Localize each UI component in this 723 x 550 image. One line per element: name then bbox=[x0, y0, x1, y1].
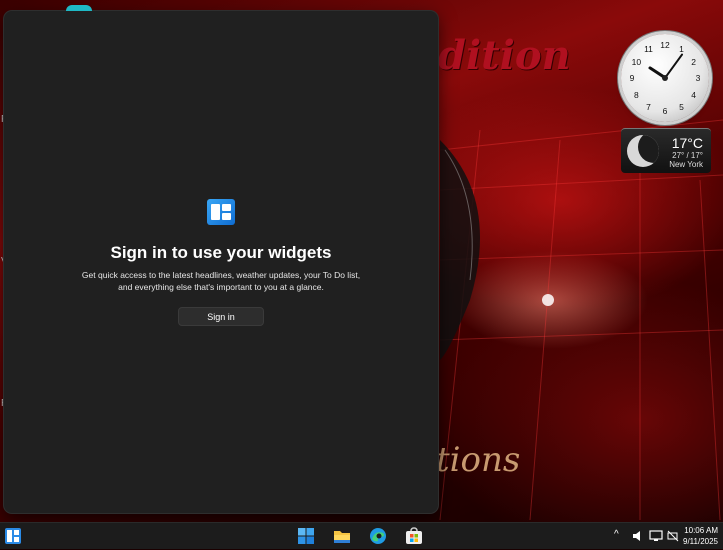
battery-icon[interactable] bbox=[667, 527, 679, 545]
clock-number: 1 bbox=[679, 44, 684, 55]
clock-number: 7 bbox=[646, 101, 651, 112]
clock-number: 8 bbox=[634, 89, 639, 100]
weather-city: New York bbox=[669, 160, 703, 169]
clock-number: 10 bbox=[631, 56, 642, 67]
tray-time[interactable]: 10:06 AM bbox=[682, 526, 718, 535]
clock-number: 2 bbox=[691, 56, 696, 67]
panel-title: Sign in to use your widgets bbox=[110, 243, 332, 262]
profile-avatar[interactable] bbox=[66, 5, 92, 11]
wallpaper-title-text: dition bbox=[438, 32, 571, 79]
network-icon[interactable] bbox=[649, 527, 663, 545]
clock-number: 9 bbox=[629, 73, 635, 83]
start-icon[interactable] bbox=[297, 527, 315, 545]
store-icon[interactable] bbox=[405, 527, 423, 545]
clock-gadget[interactable]: 12 1 2 3 4 5 6 7 8 9 10 11 bbox=[621, 34, 709, 122]
edge-icon[interactable] bbox=[369, 527, 387, 545]
file-explorer-icon[interactable] bbox=[333, 527, 351, 545]
panel-description: Get quick access to the latest headlines… bbox=[81, 270, 361, 292]
moon-icon bbox=[627, 135, 659, 167]
widgets-icon bbox=[207, 199, 235, 225]
clock-number: 6 bbox=[662, 106, 668, 116]
tray-date[interactable]: 9/11/2025 bbox=[682, 537, 718, 546]
weather-temperature: 17°C bbox=[671, 135, 703, 151]
clock-number: 5 bbox=[679, 101, 684, 112]
sign-in-button[interactable]: Sign in bbox=[178, 307, 264, 326]
weather-gadget[interactable]: 17°C 27° / 17° New York bbox=[621, 128, 711, 173]
tray-overflow-chevron-icon[interactable]: ^ bbox=[614, 529, 619, 540]
clock-number: 4 bbox=[691, 89, 696, 100]
widgets-taskbar-icon[interactable] bbox=[4, 527, 22, 545]
speaker-icon[interactable] bbox=[632, 527, 644, 545]
taskbar: ^ 10:06 AM 9/11/2025 bbox=[0, 522, 723, 549]
weather-range: 27° / 17° bbox=[672, 151, 703, 160]
clock-number: 3 bbox=[695, 73, 701, 83]
clock-center bbox=[662, 75, 668, 81]
clock-minute-hand bbox=[664, 53, 684, 79]
clock-number: 12 bbox=[660, 40, 670, 50]
widgets-panel: Sign in to use your widgets Get quick ac… bbox=[4, 11, 438, 513]
clock-number: 11 bbox=[644, 44, 653, 55]
wallpaper-signature-text: tions bbox=[436, 440, 521, 480]
